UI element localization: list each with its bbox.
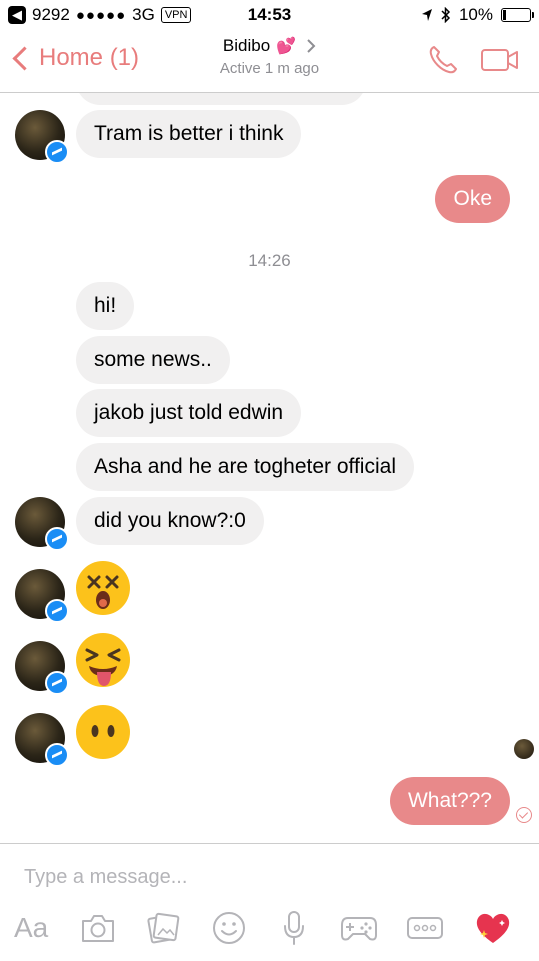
bluetooth-icon bbox=[441, 7, 451, 23]
messenger-badge-icon bbox=[45, 140, 69, 164]
messenger-badge-icon bbox=[45, 743, 69, 767]
games-icon[interactable] bbox=[340, 908, 378, 948]
sparkling-heart-icon[interactable] bbox=[474, 908, 512, 948]
chevron-right-icon bbox=[307, 39, 316, 53]
status-bar: ◀ 9292 ●●●●● 3G VPN 14:53 10% bbox=[0, 0, 539, 30]
phone-call-icon[interactable] bbox=[427, 44, 459, 76]
message-bubble-partial bbox=[76, 93, 366, 105]
more-options-icon[interactable] bbox=[406, 908, 444, 948]
message-timestamp: 14:26 bbox=[248, 251, 291, 270]
dizzy-face-emoji-icon[interactable] bbox=[75, 560, 131, 616]
contact-name: Bidibo bbox=[222, 36, 271, 55]
squinting-tongue-emoji-icon[interactable] bbox=[75, 632, 131, 688]
incoming-message[interactable]: hi! bbox=[76, 282, 135, 330]
conversation-header: Home (1) Bidibo 💕 Active 1 m ago bbox=[0, 30, 539, 93]
contact-avatar[interactable] bbox=[15, 641, 69, 695]
gallery-icon[interactable] bbox=[146, 908, 180, 948]
incoming-message[interactable]: did you know?:0 bbox=[76, 497, 264, 545]
incoming-message[interactable]: jakob just told edwin bbox=[76, 389, 302, 437]
microphone-icon[interactable] bbox=[282, 908, 306, 948]
incoming-message[interactable]: some news.. bbox=[76, 336, 230, 384]
contact-avatar[interactable] bbox=[15, 110, 69, 164]
contact-avatar[interactable] bbox=[15, 713, 69, 767]
messenger-badge-icon bbox=[45, 671, 69, 695]
message-input[interactable]: Type a message... bbox=[24, 866, 187, 889]
messenger-badge-icon bbox=[45, 527, 69, 551]
message-list[interactable]: Tram is better i think Oke 14:26 hi! som… bbox=[0, 93, 539, 843]
messenger-badge-icon bbox=[45, 599, 69, 623]
incoming-message[interactable]: Asha and he are togheter official bbox=[76, 443, 414, 491]
battery-percent: 10% bbox=[458, 5, 493, 24]
contact-name-row: Bidibo 💕 bbox=[223, 36, 316, 56]
composer-toolbar: Aa bbox=[0, 908, 539, 954]
battery-icon bbox=[501, 8, 534, 22]
emoji-icon[interactable] bbox=[212, 908, 246, 948]
location-icon bbox=[421, 9, 432, 21]
text-format-button[interactable]: Aa bbox=[14, 908, 48, 948]
outgoing-message[interactable]: What??? bbox=[389, 777, 510, 825]
two-hearts-emoji: 💕 bbox=[276, 38, 297, 55]
seen-by-avatar bbox=[514, 739, 534, 759]
outgoing-message[interactable]: Oke bbox=[435, 175, 510, 223]
incoming-message[interactable]: Tram is better i think bbox=[76, 110, 302, 158]
video-call-icon[interactable] bbox=[481, 48, 519, 72]
face-without-mouth-emoji-icon[interactable] bbox=[75, 704, 131, 760]
composer: Type a message... Aa bbox=[0, 843, 539, 961]
camera-icon[interactable] bbox=[80, 908, 116, 948]
contact-avatar[interactable] bbox=[15, 497, 69, 551]
sent-check-icon bbox=[516, 807, 532, 823]
contact-avatar[interactable] bbox=[15, 569, 69, 623]
